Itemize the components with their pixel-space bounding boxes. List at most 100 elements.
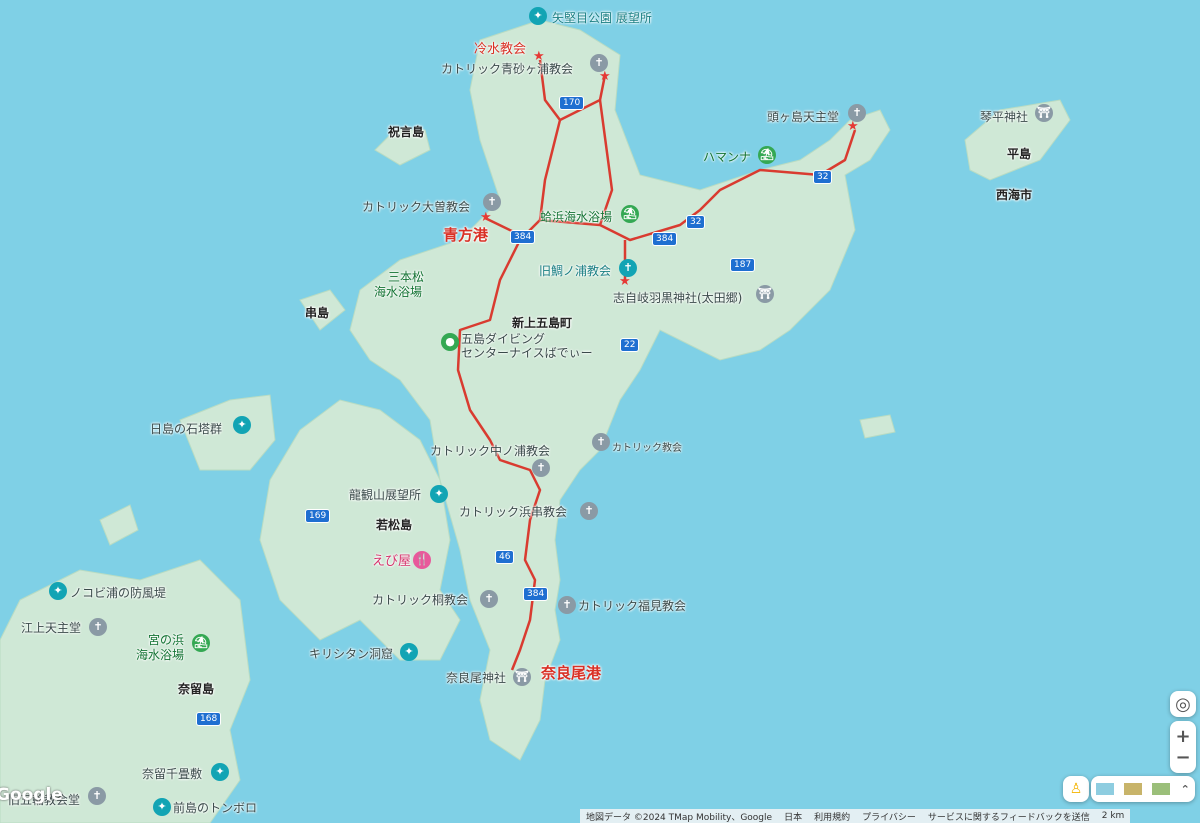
- poi-label[interactable]: 冷水教会: [474, 43, 526, 57]
- church-icon[interactable]: ✝: [480, 590, 498, 608]
- terms-link[interactable]: 利用規約: [814, 810, 850, 823]
- poi-label[interactable]: カトリック浜串教会: [459, 505, 567, 519]
- poi-label[interactable]: ハマンナ: [703, 150, 751, 164]
- road-shield: 384: [510, 230, 536, 244]
- location-icon: ◎: [1175, 693, 1191, 715]
- poi-label[interactable]: カトリック大曽教会: [362, 200, 470, 214]
- google-logo: Google: [0, 785, 63, 805]
- region-link[interactable]: 日本: [784, 810, 802, 823]
- pegman-button[interactable]: ♙: [1063, 776, 1089, 802]
- layer-thumb-icon: [1124, 783, 1143, 795]
- church-icon[interactable]: ✝: [592, 433, 610, 451]
- road-shield: 168: [196, 712, 222, 726]
- beach-icon[interactable]: ⛱: [621, 205, 639, 223]
- city-label: 西海市: [996, 188, 1033, 202]
- poi-label[interactable]: 前島のトンボロ: [173, 801, 257, 815]
- poi-label[interactable]: カトリック青砂ヶ浦教会: [441, 62, 573, 76]
- poi-label[interactable]: 旧鯛ノ浦教会: [539, 264, 611, 278]
- island-label: 平島: [1007, 147, 1032, 161]
- poi-label[interactable]: センターナイスばでぃー: [461, 346, 593, 360]
- my-location-button[interactable]: ◎: [1170, 691, 1196, 717]
- island-label: 祝言島: [388, 125, 425, 139]
- poi-label[interactable]: 海水浴場: [374, 285, 422, 299]
- shrine-icon[interactable]: ⛩: [513, 668, 531, 686]
- restaurant-icon[interactable]: 🍴: [413, 551, 431, 569]
- island-label: 奈留島: [178, 682, 215, 696]
- road-shield: 32: [813, 170, 833, 184]
- landmark-icon[interactable]: ✦: [49, 582, 67, 600]
- land-wakamatsu: [259, 399, 461, 661]
- map-footer: 地図データ ©2024 TMap Mobility、Google 日本 利用規約…: [580, 809, 1131, 823]
- layers-button[interactable]: ⌃: [1091, 776, 1195, 802]
- poi-label[interactable]: カトリック福見教会: [578, 599, 686, 613]
- monument-icon[interactable]: ✦: [233, 416, 251, 434]
- poi-label[interactable]: 海水浴場: [136, 648, 184, 662]
- landmark-icon[interactable]: ✦: [153, 798, 171, 816]
- church-icon[interactable]: ✝: [848, 104, 866, 122]
- church-icon[interactable]: ✝: [89, 618, 107, 636]
- scale-text: 2 km: [1101, 811, 1125, 821]
- road-shield: 170: [559, 96, 585, 110]
- zoom-in-button[interactable]: +: [1175, 726, 1190, 747]
- landmark-icon[interactable]: ✦: [211, 763, 229, 781]
- church-icon[interactable]: ✝: [532, 459, 550, 477]
- poi-label[interactable]: 蛤浜海水浴場: [540, 210, 612, 224]
- poi-label[interactable]: 奈留千畳敷: [142, 767, 202, 781]
- map-data-text: 地図データ ©2024 TMap Mobility、Google: [586, 812, 773, 823]
- town-label: 新上五島町: [512, 316, 573, 330]
- park-icon[interactable]: ⛱: [758, 146, 776, 164]
- road-shield: 32: [686, 215, 706, 229]
- church-icon[interactable]: ✝: [483, 193, 501, 211]
- zoom-controls: + −: [1170, 721, 1196, 773]
- poi-label[interactable]: ノコビ浦の防風堤: [70, 586, 166, 600]
- poi-label[interactable]: 琴平神社: [980, 110, 1028, 124]
- road-shield: 384: [523, 587, 549, 601]
- road-shield: 384: [652, 232, 678, 246]
- poi-label[interactable]: カトリック教会: [612, 442, 682, 456]
- feedback-link[interactable]: サービスに関するフィードバックを送信: [928, 810, 1090, 823]
- poi-label[interactable]: 三本松: [388, 270, 424, 284]
- star-marker[interactable]: ★: [599, 70, 611, 83]
- land-small1: [859, 414, 896, 439]
- church-icon[interactable]: ✝: [88, 787, 106, 805]
- viewpoint-icon[interactable]: ✦: [529, 7, 547, 25]
- privacy-link[interactable]: プライバシー: [862, 810, 916, 823]
- pegman-icon: ♙: [1069, 781, 1083, 797]
- island-label: 串島: [305, 306, 330, 320]
- church-icon[interactable]: ✝: [558, 596, 576, 614]
- land-small2: [99, 504, 139, 546]
- layer-thumb-icon: [1096, 783, 1115, 795]
- poi-label[interactable]: 志自岐羽黒神社(太田郷): [613, 291, 742, 305]
- poi-label[interactable]: 五島ダイビング: [461, 332, 545, 346]
- road-shield: 187: [730, 258, 756, 272]
- poi-label[interactable]: 矢堅目公園 展望所: [552, 11, 652, 25]
- shrine-icon[interactable]: ⛩: [756, 285, 774, 303]
- star-marker[interactable]: ★: [480, 211, 492, 224]
- port-label[interactable]: 青方港: [443, 228, 488, 243]
- port-label[interactable]: 奈良尾港: [541, 666, 601, 681]
- zoom-out-button[interactable]: −: [1175, 747, 1190, 768]
- chevron-up-icon: ⌃: [1180, 782, 1190, 796]
- poi-label[interactable]: キリシタン洞窟: [309, 647, 393, 661]
- poi-label[interactable]: 龍観山展望所: [349, 488, 421, 502]
- church-icon[interactable]: ✝: [619, 259, 637, 277]
- church-icon[interactable]: ✝: [580, 502, 598, 520]
- road-shield: 169: [305, 509, 331, 523]
- road-shield: 46: [495, 550, 515, 564]
- church-icon[interactable]: ✝: [590, 54, 608, 72]
- island-label: 若松島: [376, 518, 413, 532]
- poi-label[interactable]: 宮の浜: [148, 633, 184, 647]
- poi-label[interactable]: カトリック中ノ浦教会: [430, 444, 550, 458]
- poi-label[interactable]: えび屋: [372, 555, 411, 569]
- viewpoint-icon[interactable]: ✦: [430, 485, 448, 503]
- cave-icon[interactable]: ✦: [400, 643, 418, 661]
- diving-pin-icon[interactable]: ●: [441, 333, 459, 351]
- shrine-icon[interactable]: ⛩: [1035, 104, 1053, 122]
- beach-icon[interactable]: ⛱: [192, 634, 210, 652]
- poi-label[interactable]: 奈良尾神社: [446, 671, 506, 685]
- road-shield: 22: [620, 338, 640, 352]
- poi-label[interactable]: 江上天主堂: [21, 621, 81, 635]
- poi-label[interactable]: カトリック桐教会: [372, 593, 468, 607]
- poi-label[interactable]: 日島の石塔群: [150, 422, 222, 436]
- poi-label[interactable]: 頭ヶ島天主堂: [767, 110, 839, 124]
